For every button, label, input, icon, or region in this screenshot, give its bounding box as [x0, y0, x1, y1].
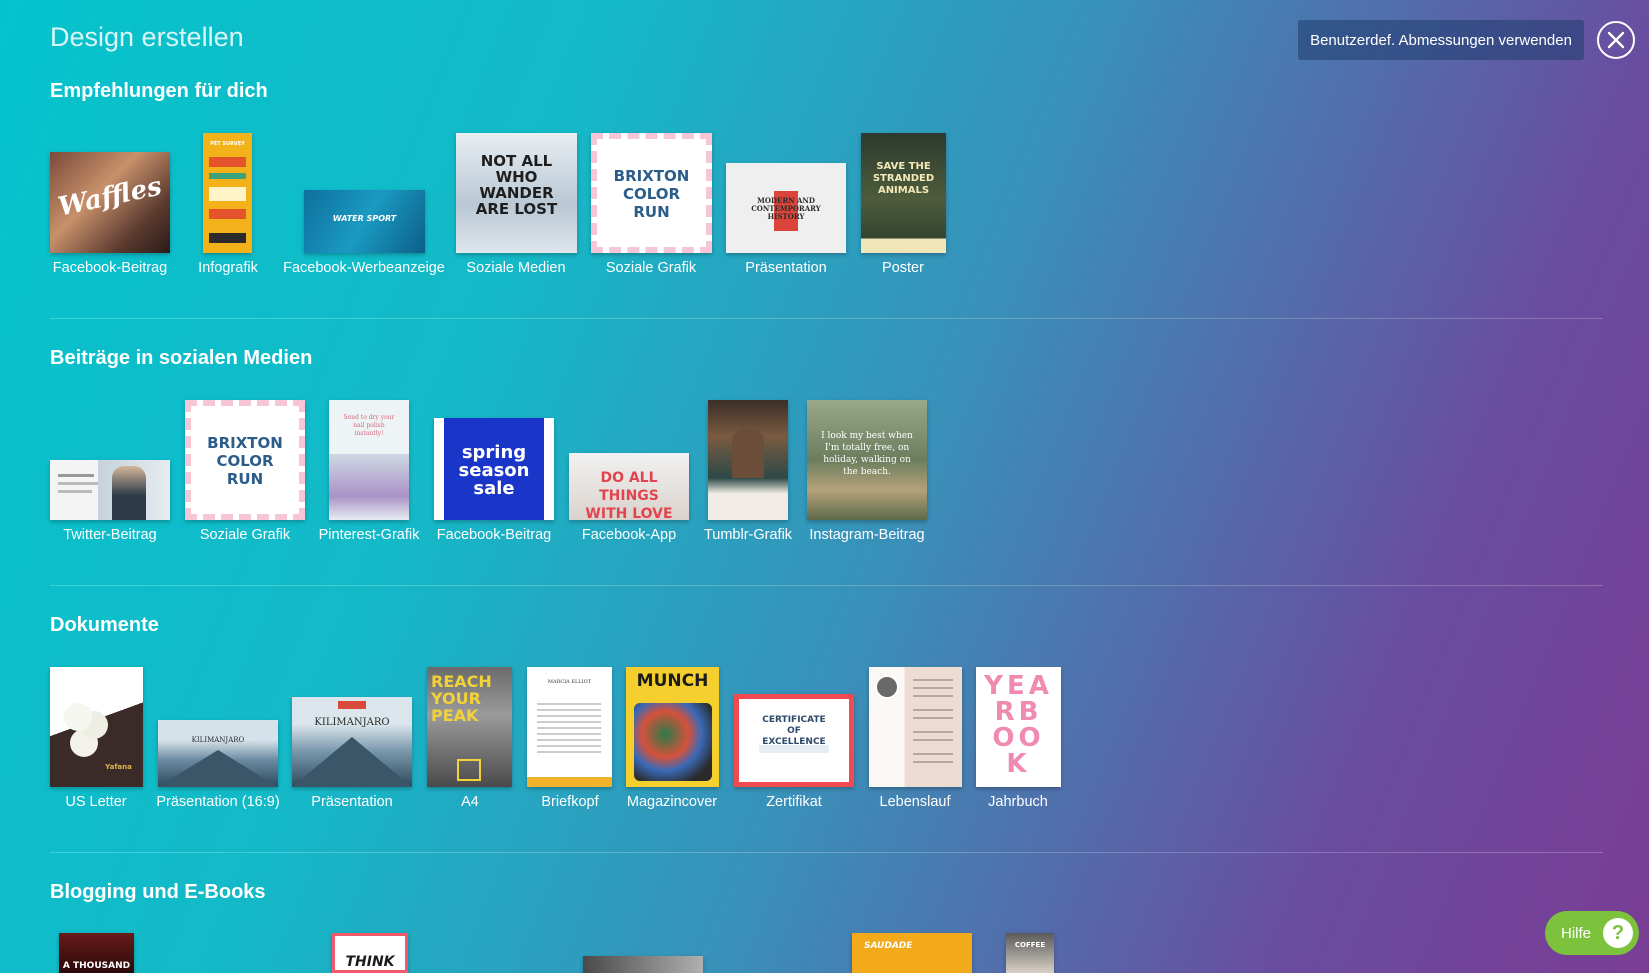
thumbnail [869, 667, 962, 787]
thumb-text: spring season sale [458, 442, 530, 499]
tile-label: Facebook-Werbeanzeige [283, 260, 445, 276]
thumb-text: NOT ALL WHO WANDER ARE LOST [475, 152, 558, 218]
thumb-text: BRIXTON COLOR RUN [613, 167, 690, 221]
section-title: Beiträge in sozialen Medien [50, 347, 313, 369]
tile-label: Magazincover [626, 794, 718, 810]
thumbnail: CERTIFICATE OF EXCELLENCE [734, 694, 854, 787]
thumb-text: MODERN AND CONTEMPORARY HISTORY [751, 196, 821, 221]
thumbnail: Send to dry your nail polish instantly! [329, 400, 409, 520]
thumbnail: SAVE THE STRANDED ANIMALS [861, 133, 946, 253]
thumbnail: SAUDADE [852, 933, 972, 973]
thumbnail: MODERN AND CONTEMPORARY HISTORY [726, 163, 846, 253]
tile-label: Präsentation [311, 794, 393, 810]
tile-label: US Letter [65, 794, 127, 810]
thumbnail: REACH YOUR PEAK [427, 667, 512, 787]
thumb-text: REACH YOUR PEAK [431, 672, 492, 725]
thumb-text: PET SURVEY [210, 141, 245, 147]
thumb-text: MARCIA ELLIOT [547, 679, 592, 685]
thumb-text: DO ALL THINGS WITH LOVE [585, 470, 673, 520]
thumbnail: WATER SPORT [304, 190, 425, 253]
tile-label: Briefkopf [541, 794, 599, 810]
close-button[interactable] [1597, 21, 1635, 59]
tile-label: Facebook-Beitrag [436, 527, 552, 543]
tile-label: Soziale Grafik [605, 260, 697, 276]
tile-label: Poster [882, 260, 924, 276]
tile-label: Zertifikat [766, 794, 822, 810]
thumbnail [50, 460, 170, 520]
question-icon: ? [1603, 918, 1633, 948]
help-label: Hilfe [1561, 924, 1592, 942]
thumb-text: BRIXTON COLOR RUN [207, 434, 283, 488]
tile-label: Präsentation (16:9) [156, 794, 280, 810]
section-documents: Dokumente [50, 614, 1603, 637]
divider [50, 318, 1603, 319]
thumbnail: BRIXTON COLOR RUN [591, 133, 712, 253]
thumbnail [708, 400, 788, 520]
thumb-text: I look my best when I'm totally free, on… [821, 431, 913, 477]
thumbnail: KILIMANJARO [292, 697, 412, 787]
thumb-text: CERTIFICATE OF EXCELLENCE [762, 715, 826, 747]
thumbnail: DO ALL THINGS WITH LOVE [569, 453, 689, 520]
help-button[interactable]: Hilfe ? [1545, 911, 1639, 955]
tile-label: Soziale Grafik [199, 527, 291, 543]
tile-label: Facebook-App [581, 527, 677, 543]
tile-label: Instagram-Beitrag [809, 527, 925, 543]
thumb-text: THINK [345, 954, 395, 970]
thumbnail: Waffles [50, 152, 170, 253]
section-social-media: Beiträge in sozialen Medien [50, 347, 1603, 370]
thumb-text: KILIMANJARO [314, 717, 390, 728]
tile-label: Soziale Medien [466, 260, 566, 276]
thumbnail: MARCIA ELLIOT [527, 667, 612, 787]
tile-label: Twitter-Beitrag [63, 527, 157, 543]
thumbnail: THINK [332, 933, 408, 973]
thumb-text: SAUDADE [864, 941, 913, 951]
thumb-text: YEARBOOK [984, 671, 1053, 779]
tile-label: Facebook-Beitrag [52, 260, 168, 276]
section-recommendations: Empfehlungen für dich [50, 80, 1603, 103]
divider [50, 585, 1603, 586]
section-title: Empfehlungen für dich [50, 80, 268, 102]
close-icon [1607, 31, 1625, 49]
thumb-text: WATER SPORT [332, 214, 397, 223]
thumb-text: KILIMANJARO [191, 736, 245, 744]
section-title: Blogging und E-Books [50, 881, 266, 903]
thumbnail: BRIXTON COLOR RUN [185, 400, 305, 520]
section-blogging: Blogging und E-Books [50, 881, 1603, 904]
thumbnail: spring season sale [434, 418, 554, 520]
thumbnail: A THOUSAND [59, 933, 134, 973]
tile-label: Präsentation [745, 260, 827, 276]
thumb-text: MUNCH [636, 671, 709, 691]
tile-label: Tumblr-Grafik [703, 527, 793, 543]
thumb-text: A THOUSAND [62, 961, 131, 971]
thumb-text: Send to dry your nail polish instantly! [343, 414, 395, 437]
tile-label: Jahrbuch [988, 794, 1048, 810]
tile-label: Infografik [198, 260, 258, 276]
thumbnail: COFFEE [1006, 933, 1054, 973]
thumb-text: COFFEE [1014, 941, 1046, 949]
thumbnail: I look my best when I'm totally free, on… [807, 400, 927, 520]
custom-dimensions-button[interactable]: Benutzerdef. Abmessungen verwenden [1298, 20, 1584, 60]
thumb-text: SAVE THE STRANDED ANIMALS [872, 161, 935, 196]
page-title: Design erstellen [50, 22, 244, 52]
thumbnail: PET SURVEY [203, 133, 252, 253]
section-title: Dokumente [50, 614, 159, 636]
tile-label: Lebenslauf [879, 794, 951, 810]
tile-label: A4 [461, 794, 479, 810]
thumb-text: Yafana [105, 763, 132, 771]
tile-label: Pinterest-Grafik [318, 527, 420, 543]
thumbnail [583, 956, 703, 973]
divider [50, 852, 1603, 853]
thumbnail: KILIMANJARO [158, 720, 278, 787]
thumbnail: YEARBOOK [976, 667, 1061, 787]
thumbnail: MUNCH [626, 667, 719, 787]
thumbnail: NOT ALL WHO WANDER ARE LOST [456, 133, 577, 253]
thumb-text: Waffles [55, 171, 165, 223]
thumbnail: Yafana [50, 667, 143, 787]
